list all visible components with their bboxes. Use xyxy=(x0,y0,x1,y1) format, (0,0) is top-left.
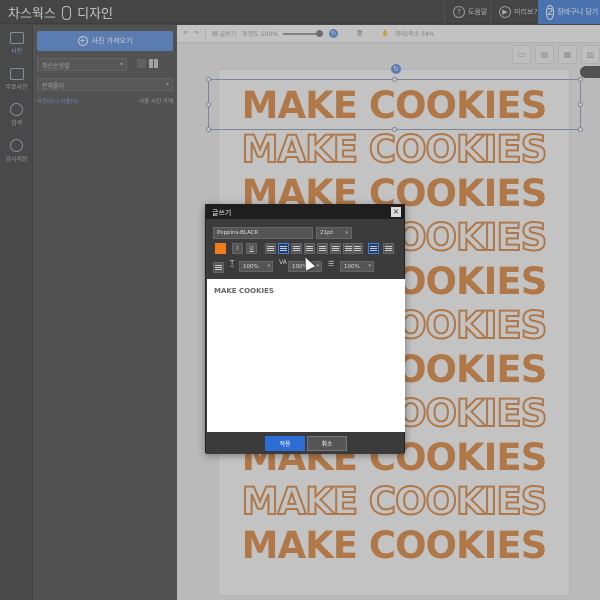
scale-value: 100% xyxy=(243,264,259,270)
size-value: 21pt xyxy=(320,230,333,236)
cancel-button[interactable]: 취소 xyxy=(307,436,347,451)
chevron-down-icon: ▾ xyxy=(368,263,371,269)
line-height-select[interactable]: 100% ▾ xyxy=(340,261,374,272)
vertical-text-icon[interactable] xyxy=(368,243,379,254)
align-center-icon[interactable] xyxy=(278,243,289,254)
dialog-footer: 적용 취소 xyxy=(206,432,404,454)
line-height-icon: ☰ xyxy=(328,260,335,268)
justify-center-icon[interactable] xyxy=(330,243,341,254)
dialog-header: 글쓰기 × xyxy=(206,205,404,219)
dialog-title: 글쓰기 xyxy=(212,209,232,217)
horizontal-text-icon[interactable] xyxy=(383,243,394,254)
apply-button[interactable]: 적용 xyxy=(265,436,305,451)
editor-text[interactable]: MAKE COOKIES xyxy=(214,287,274,295)
write-text-dialog: 글쓰기 × Poppins-BLACK 21pt ▾ I U T̲ 100% ▾… xyxy=(205,204,405,454)
align-left-icon[interactable] xyxy=(265,243,276,254)
justify-icon[interactable] xyxy=(304,243,315,254)
line-height-value: 100% xyxy=(344,264,360,270)
close-icon[interactable]: × xyxy=(391,207,401,217)
italic-icon[interactable]: I xyxy=(232,243,243,254)
align-right-icon[interactable] xyxy=(291,243,302,254)
chevron-down-icon: ▾ xyxy=(345,230,348,236)
font-family-select[interactable]: Poppins-BLACK xyxy=(213,227,313,239)
text-color-swatch[interactable] xyxy=(215,243,226,254)
font-value: Poppins-BLACK xyxy=(217,230,259,236)
font-size-select[interactable]: 21pt ▾ xyxy=(316,227,352,239)
chevron-down-icon: ▾ xyxy=(316,263,319,269)
letter-spacing-icon: VA xyxy=(279,259,287,266)
text-scale-icon: T̲ xyxy=(230,259,235,267)
chevron-down-icon: ▾ xyxy=(267,263,270,269)
shadow-icon[interactable] xyxy=(213,262,224,273)
scale-select[interactable]: 100% ▾ xyxy=(239,261,273,272)
justify-left-icon[interactable] xyxy=(317,243,328,254)
justify-all-icon[interactable] xyxy=(352,243,363,254)
underline-icon[interactable]: U xyxy=(246,243,257,254)
text-editor-area[interactable]: MAKE COOKIES xyxy=(207,279,405,432)
